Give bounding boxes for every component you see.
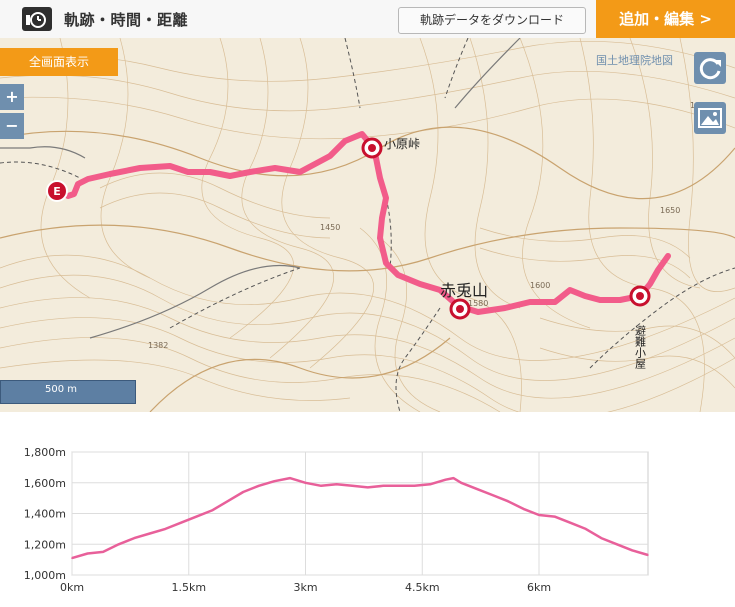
y-tick-label: 1,800m xyxy=(24,446,66,459)
header-bar: 軌跡・時間・距離 軌跡データをダウンロード 追加・編集 > xyxy=(0,0,735,39)
zoom-in-button[interactable]: + xyxy=(0,84,24,110)
elevation-point xyxy=(149,532,151,535)
elevation-label: 1650 xyxy=(660,206,680,215)
elevation-chart: 1,000m 1,200m 1,400m 1,600m 1,800m 0km 1.5km 3k… xyxy=(0,412,735,603)
waypoint-kohara-pass-marker[interactable] xyxy=(361,137,383,159)
elevation-point xyxy=(86,552,89,555)
elevation-point xyxy=(335,483,338,486)
elevation-point xyxy=(647,554,649,556)
elevation-point xyxy=(102,551,104,553)
add-edit-button[interactable]: 追加・編集 > xyxy=(596,0,735,38)
topo-map[interactable]: 1382 1450 1580 1600 1650 1800 小原峠 赤兎山 避難… xyxy=(0,38,735,412)
fullscreen-button[interactable]: 全画面表示 xyxy=(0,48,118,76)
place-label-hut: 避難小屋 xyxy=(634,324,647,370)
elevation-point xyxy=(211,509,213,512)
x-tick-label: 3km xyxy=(293,581,317,594)
index-contours xyxy=(0,126,735,412)
map-attribution[interactable]: 国土地理院地図 xyxy=(596,52,673,68)
elevation-point xyxy=(180,521,182,524)
elevation-point xyxy=(242,491,244,493)
elevation-point xyxy=(631,549,634,552)
elevation-point xyxy=(289,477,291,479)
elevation-point xyxy=(164,528,167,530)
end-marker-label: E xyxy=(53,185,61,198)
elevation-point xyxy=(71,557,73,559)
x-tick-label: 4.5km xyxy=(405,581,440,594)
elevation-point xyxy=(452,477,455,479)
elevation-point xyxy=(320,485,322,487)
elevation-point xyxy=(616,543,618,546)
gps-track xyxy=(65,131,671,315)
elevation-labels: 1382 1450 1580 1600 1650 1800 xyxy=(148,101,710,350)
y-tick-label: 1,400m xyxy=(24,508,66,521)
x-tick-label: 0km xyxy=(60,581,84,594)
waypoint-akausagi-marker[interactable] xyxy=(449,298,471,320)
map-canvas: 1382 1450 1580 1600 1650 1800 小原峠 赤兎山 避難… xyxy=(0,38,735,412)
elevation-label: 1382 xyxy=(148,341,168,350)
y-tick-label: 1,600m xyxy=(24,477,66,490)
elevation-point xyxy=(507,500,509,502)
y-tick-label: 1,200m xyxy=(24,538,66,551)
elevation-point xyxy=(584,528,587,530)
elevation-point xyxy=(553,515,556,518)
map-scale-bar: 500 m xyxy=(0,380,136,404)
elevation-label: 1450 xyxy=(320,223,340,232)
elevation-point xyxy=(460,482,463,484)
place-label-kohara-pass: 小原峠 xyxy=(384,136,420,151)
elevation-point xyxy=(258,485,260,487)
photo-icon[interactable] xyxy=(694,102,726,134)
scale-label: 500 m xyxy=(45,384,78,395)
elevation-point xyxy=(226,500,229,502)
elevation-point xyxy=(351,485,354,487)
elevation-point xyxy=(304,482,307,484)
elevation-chart-svg: 1,000m1,200m1,400m1,600m1,800m0km 1.5km 3k… xyxy=(24,446,649,594)
elevation-point xyxy=(476,488,478,490)
elevation-point xyxy=(491,494,494,496)
elevation-point xyxy=(429,483,431,486)
elevation-point xyxy=(133,537,136,539)
elevation-point xyxy=(382,485,385,487)
elevation-point xyxy=(413,485,416,487)
elevation-point xyxy=(367,486,369,489)
elevation-point xyxy=(398,485,400,487)
elevation-point xyxy=(600,537,603,539)
elevation-point xyxy=(444,478,447,481)
clock-icon xyxy=(22,7,52,31)
elevation-label: 1580 xyxy=(468,299,488,308)
end-marker[interactable]: E xyxy=(46,180,68,202)
waypoint-hut-marker[interactable] xyxy=(629,285,651,307)
elevation-label: 1600 xyxy=(530,281,550,290)
refresh-icon[interactable] xyxy=(694,52,726,84)
elevation-point xyxy=(195,515,198,518)
place-label-akausagi: 赤兎山 xyxy=(440,281,488,300)
elevation-point xyxy=(273,480,276,482)
elevation-point xyxy=(538,514,540,516)
x-tick-label: 6km xyxy=(527,581,551,594)
elevation-point xyxy=(522,508,525,510)
x-tick-label: 1.5km xyxy=(171,581,206,594)
elevation-point xyxy=(569,521,571,524)
zoom-out-button[interactable]: − xyxy=(0,113,24,139)
page-title: 軌跡・時間・距離 xyxy=(64,11,189,29)
download-track-button[interactable]: 軌跡データをダウンロード xyxy=(398,7,586,34)
elevation-point xyxy=(117,543,120,546)
